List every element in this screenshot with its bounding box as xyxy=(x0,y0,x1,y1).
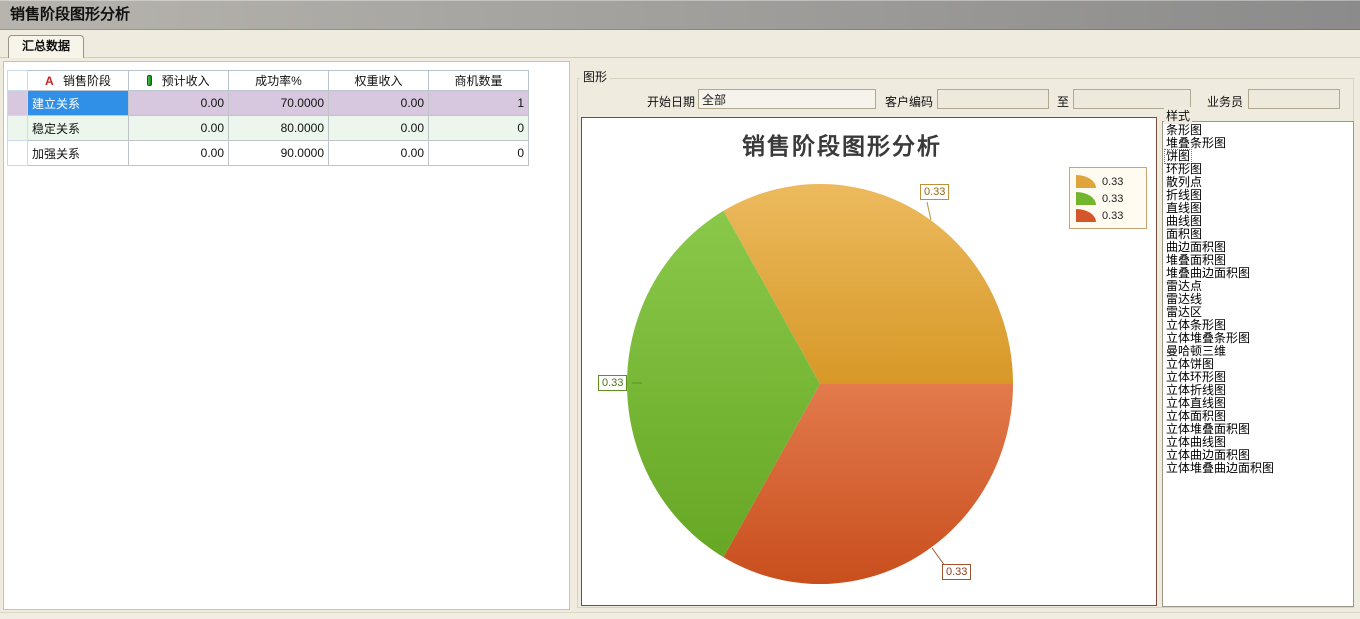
tab-summary-data[interactable]: 汇总数据 xyxy=(8,35,84,58)
row-header-corner xyxy=(8,71,28,91)
table-header-row: A 销售阶段 预计收入 成功率% 权重收入 商机数量 xyxy=(8,71,529,91)
customer-code-input[interactable] xyxy=(937,89,1049,109)
legend-entry: 0.33 xyxy=(1076,190,1140,207)
pie-label-slice1: 0.33 xyxy=(920,184,949,200)
legend-swatch-icon xyxy=(1076,175,1096,188)
graph-group-label: 图形 xyxy=(580,68,610,85)
to-date-input[interactable] xyxy=(1073,89,1191,109)
cell-weighted-income[interactable]: 0.00 xyxy=(329,141,429,166)
legend-value: 0.33 xyxy=(1102,193,1123,205)
chart-style-listbox[interactable]: 条形图堆叠条形图饼图环形图散列点折线图直线图曲线图面积图曲边面积图堆叠面积图堆叠… xyxy=(1162,121,1354,607)
text-column-icon: A xyxy=(45,74,54,88)
legend-value: 0.33 xyxy=(1102,176,1123,188)
cell-opportunity-count[interactable]: 0 xyxy=(429,116,529,141)
cell-weighted-income[interactable]: 0.00 xyxy=(329,91,429,116)
salesperson-label: 业务员 xyxy=(1201,93,1243,110)
start-date-input[interactable] xyxy=(698,89,876,109)
tab-underline xyxy=(0,57,1360,58)
legend-value: 0.33 xyxy=(1102,210,1123,222)
start-date-label: 开始日期 xyxy=(635,93,695,110)
row-selector[interactable] xyxy=(8,116,28,141)
table-row: 加强关系 0.00 90.0000 0.00 0 xyxy=(8,141,529,166)
cell-expected-income[interactable]: 0.00 xyxy=(129,141,229,166)
pie-label-slice2: 0.33 xyxy=(598,375,627,391)
style-option[interactable]: 立体堆叠曲边面积图 xyxy=(1165,462,1353,475)
legend-entry: 0.33 xyxy=(1076,207,1140,224)
pie-label-slice3: 0.33 xyxy=(942,564,971,580)
cell-opportunity-count[interactable]: 1 xyxy=(429,91,529,116)
column-header-opportunity-count[interactable]: 商机数量 xyxy=(429,71,529,91)
row-selector[interactable] xyxy=(8,141,28,166)
cell-weighted-income[interactable]: 0.00 xyxy=(329,116,429,141)
column-header-expected-income[interactable]: 预计收入 xyxy=(129,71,229,91)
column-header-weighted-income[interactable]: 权重收入 xyxy=(329,71,429,91)
table-row: 稳定关系 0.00 80.0000 0.00 0 xyxy=(8,116,529,141)
cell-success-rate[interactable]: 90.0000 xyxy=(229,141,329,166)
chart-area: 销售阶段图形分析 0.33 0.33 0.33 0.33 0.33 0.33 xyxy=(581,117,1157,606)
cell-opportunity-count[interactable]: 0 xyxy=(429,141,529,166)
cell-stage[interactable]: 加强关系 xyxy=(28,141,129,166)
cell-stage[interactable]: 稳定关系 xyxy=(28,116,129,141)
summary-grid-panel: A 销售阶段 预计收入 成功率% 权重收入 商机数量 建立关系 0.00 70.… xyxy=(3,61,570,610)
row-selector[interactable] xyxy=(8,91,28,116)
customer-code-label: 客户编码 xyxy=(881,93,933,110)
column-header-stage[interactable]: A 销售阶段 xyxy=(28,71,129,91)
style-group-label: 样式 xyxy=(1164,107,1192,124)
bottom-strip xyxy=(0,612,1360,619)
table-row-selected: 建立关系 0.00 70.0000 0.00 1 xyxy=(8,91,529,116)
cell-expected-income[interactable]: 0.00 xyxy=(129,91,229,116)
sales-stage-table: A 销售阶段 预计收入 成功率% 权重收入 商机数量 建立关系 0.00 70.… xyxy=(7,70,529,166)
salesperson-input[interactable] xyxy=(1248,89,1340,109)
legend-entry: 0.33 xyxy=(1076,173,1140,190)
graph-panel: 图形 开始日期 客户编码 至 业务员 销售阶段图形分析 0.330.330.33… xyxy=(575,61,1356,610)
cell-success-rate[interactable]: 80.0000 xyxy=(229,116,329,141)
chart-legend: 0.33 0.33 0.33 xyxy=(1069,167,1147,229)
legend-swatch-icon xyxy=(1076,192,1096,205)
style-option[interactable]: 堆叠条形图 xyxy=(1165,137,1353,150)
cell-stage[interactable]: 建立关系 xyxy=(28,91,129,116)
window-title: 销售阶段图形分析 xyxy=(10,0,130,30)
legend-swatch-icon xyxy=(1076,209,1096,222)
chart-title: 销售阶段图形分析 xyxy=(582,127,1102,161)
cell-expected-income[interactable]: 0.00 xyxy=(129,116,229,141)
tab-strip: 汇总数据 xyxy=(0,30,1360,58)
cell-success-rate[interactable]: 70.0000 xyxy=(229,91,329,116)
column-header-success-rate[interactable]: 成功率% xyxy=(229,71,329,91)
numeric-column-icon xyxy=(147,75,152,86)
to-label: 至 xyxy=(1053,93,1069,110)
window-title-bar: 销售阶段图形分析 xyxy=(0,0,1360,30)
